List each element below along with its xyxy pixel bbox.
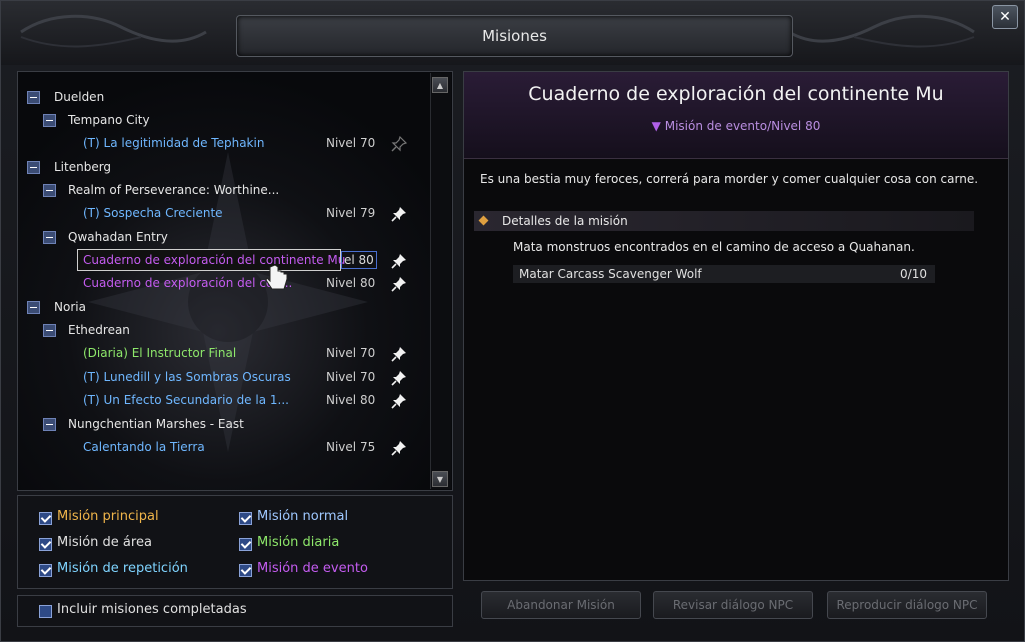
close-icon: ✕ bbox=[999, 9, 1011, 25]
include-completed-checkbox[interactable] bbox=[39, 605, 52, 618]
quest-description: Es una bestia muy feroces, correrá para … bbox=[480, 172, 979, 186]
filter-repeat-label[interactable]: Misión de repetición bbox=[57, 561, 188, 576]
quest-level: Nivel 70 bbox=[326, 370, 376, 384]
zone-tempano-city[interactable]: Tempano City bbox=[68, 110, 150, 130]
collapse-icon[interactable] bbox=[43, 231, 56, 244]
objective-row: Matar Carcass Scavenger Wolf 0/10 bbox=[513, 265, 935, 283]
quest-item[interactable]: Cuaderno de exploración del con... bbox=[83, 273, 292, 293]
title-bar: Misiones ✕ bbox=[1, 1, 1024, 65]
region-duelden[interactable]: Duelden bbox=[54, 87, 104, 107]
quest-level: Nivel 70 bbox=[326, 136, 376, 150]
ornament-right-icon bbox=[788, 14, 975, 48]
pin-icon[interactable] bbox=[391, 253, 407, 269]
close-button[interactable]: ✕ bbox=[992, 5, 1018, 29]
mission-details-section: Detalles de la misión bbox=[474, 211, 974, 231]
section-title: Detalles de la misión bbox=[502, 214, 628, 228]
arrow-down-icon: ▼ bbox=[436, 475, 444, 484]
quest-type-level: Misión de evento/Nivel 80 bbox=[664, 119, 821, 133]
pin-icon[interactable] bbox=[391, 440, 407, 456]
quest-item[interactable]: (Diaria) El Instructor Final bbox=[83, 343, 236, 363]
filter-area-checkbox[interactable] bbox=[39, 538, 52, 551]
objective-name: Matar Carcass Scavenger Wolf bbox=[519, 267, 702, 281]
collapse-icon[interactable] bbox=[43, 324, 56, 337]
pin-icon[interactable] bbox=[391, 393, 407, 409]
region-litenberg[interactable]: Litenberg bbox=[54, 157, 111, 177]
zone-realm-of-perseverance[interactable]: Realm of Perseverance: Worthine... bbox=[68, 180, 279, 200]
quest-level: Nivel 79 bbox=[326, 206, 376, 220]
arrow-up-icon: ▲ bbox=[436, 81, 444, 90]
quest-subtitle: ▼ Misión de evento/Nivel 80 bbox=[464, 119, 1008, 133]
pin-icon[interactable] bbox=[391, 276, 407, 292]
section-bullet-icon bbox=[478, 215, 489, 226]
filter-main-label[interactable]: Misión principal bbox=[57, 509, 159, 524]
quest-item[interactable]: (T) Lunedill y las Sombras Oscuras bbox=[83, 367, 291, 387]
quest-item-selected[interactable]: Cuaderno de exploración del continente M… bbox=[83, 250, 345, 270]
filter-daily-checkbox[interactable] bbox=[239, 538, 252, 551]
filter-normal-checkbox[interactable] bbox=[239, 512, 252, 525]
collapse-icon[interactable] bbox=[43, 418, 56, 431]
collapse-icon[interactable] bbox=[27, 91, 40, 104]
region-noria[interactable]: Noria bbox=[54, 297, 86, 317]
collapse-icon[interactable] bbox=[27, 161, 40, 174]
filter-area-label[interactable]: Misión de área bbox=[57, 535, 152, 550]
zone-qwahadan-entry[interactable]: Qwahadan Entry bbox=[68, 227, 168, 247]
scroll-up-button[interactable]: ▲ bbox=[432, 77, 448, 93]
pin-icon[interactable] bbox=[391, 370, 407, 386]
quest-level: Nivel 70 bbox=[326, 346, 376, 360]
objective-text: Mata monstruos encontrados en el camino … bbox=[513, 240, 915, 254]
pin-icon[interactable] bbox=[391, 206, 407, 222]
quest-item[interactable]: Calentando la Tierra bbox=[83, 437, 205, 457]
quest-level: Nivel 80 bbox=[326, 393, 376, 407]
collapse-icon[interactable] bbox=[27, 301, 40, 314]
pin-icon-unpinned[interactable] bbox=[391, 136, 407, 152]
quest-level: Nivel 75 bbox=[326, 440, 376, 454]
include-completed-label[interactable]: Incluir misiones completadas bbox=[57, 602, 247, 617]
quest-item[interactable]: (T) La legitimidad de Tephakin bbox=[83, 133, 264, 153]
filter-event-label[interactable]: Misión de evento bbox=[257, 561, 368, 576]
quest-window: Misiones ✕ ▲ ▼ Duelden Tempano City (T) … bbox=[0, 0, 1025, 642]
title-plate: Misiones bbox=[236, 15, 793, 57]
quest-item[interactable]: (T) Un Efecto Secundario de la 1... bbox=[83, 390, 289, 410]
window-title: Misiones bbox=[482, 27, 547, 45]
zone-ethedrean[interactable]: Ethedrean bbox=[68, 320, 130, 340]
quest-title: Cuaderno de exploración del continente M… bbox=[528, 83, 944, 105]
scroll-down-button[interactable]: ▼ bbox=[432, 471, 448, 487]
quest-item[interactable]: (T) Sospecha Creciente bbox=[83, 203, 223, 223]
tree-scrollbar[interactable] bbox=[430, 73, 451, 489]
quest-level: el 80 bbox=[341, 251, 377, 269]
pin-icon[interactable] bbox=[391, 346, 407, 362]
abandon-quest-button[interactable]: Abandonar Misión bbox=[481, 591, 641, 619]
event-quest-icon: ▼ bbox=[651, 119, 661, 133]
objective-count: 0/10 bbox=[900, 267, 927, 281]
ornament-left-icon bbox=[20, 14, 207, 48]
filter-event-checkbox[interactable] bbox=[239, 564, 252, 577]
filter-daily-label[interactable]: Misión diaria bbox=[257, 535, 339, 550]
replay-npc-dialog-button[interactable]: Reproducir diálogo NPC bbox=[827, 591, 987, 619]
filter-main-checkbox[interactable] bbox=[39, 512, 52, 525]
collapse-icon[interactable] bbox=[43, 184, 56, 197]
filter-normal-label[interactable]: Misión normal bbox=[257, 509, 348, 524]
review-npc-dialog-button[interactable]: Revisar diálogo NPC bbox=[653, 591, 813, 619]
collapse-icon[interactable] bbox=[43, 114, 56, 127]
hand-cursor-icon bbox=[265, 264, 288, 290]
zone-nungchentian-marshes[interactable]: Nungchentian Marshes - East bbox=[68, 414, 244, 434]
filter-repeat-checkbox[interactable] bbox=[39, 564, 52, 577]
quest-level: Nivel 80 bbox=[326, 276, 376, 290]
